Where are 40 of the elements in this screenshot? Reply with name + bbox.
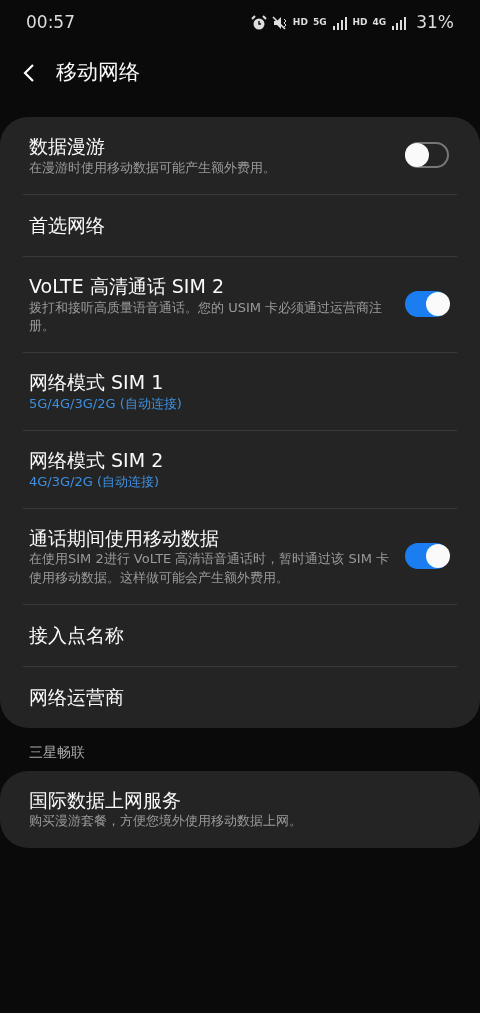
toggle-switch[interactable] — [405, 291, 449, 318]
settings-row[interactable]: 通话期间使用移动数据 在使用SIM 2进行 VoLTE 高清语音通话时，暂时通过该 SIM 卡使用移动数据。这样做可能会产生额外费用。 — [0, 508, 480, 604]
setting-title: VoLTE 高清通话 SIM 2 — [29, 273, 225, 299]
settings-row[interactable]: VoLTE 高清通话 SIM 2 拨打和接听高质量语音通话。您的 USIM 卡必须通过运营商注册。 — [0, 256, 480, 352]
alarm-icon — [250, 14, 267, 31]
signal-icon — [391, 15, 408, 30]
network-type-label: 4G — [372, 18, 387, 27]
settings-row[interactable]: 数据漫游 在漫游时使用移动数据可能产生额外费用。 — [0, 117, 480, 194]
toggle-switch[interactable] — [405, 543, 449, 570]
setting-description: 购买漫游套餐，方便您境外使用移动数据上网。 — [29, 812, 303, 831]
setting-title: 网络运营商 — [29, 684, 125, 710]
battery-percent: 31% — [416, 10, 454, 34]
setting-value: 4G/3G/2G (自动连接) — [29, 472, 161, 491]
setting-title: 网络模式 SIM 1 — [29, 369, 165, 395]
setting-description: 在使用SIM 2进行 VoLTE 高清语音通话时，暂时通过该 SIM 卡使用移动数据。这样做可能会产生额外费用。 — [29, 550, 389, 587]
section-heading: 三星畅联 — [28, 742, 86, 762]
settings-row[interactable]: 网络运营商 — [0, 666, 480, 728]
back-icon — [22, 62, 36, 83]
settings-row[interactable]: 接入点名称 — [0, 604, 480, 666]
clock: 00:57 — [26, 10, 75, 34]
setting-title: 数据漫游 — [29, 134, 106, 159]
page-title: 移动网络 — [56, 58, 140, 86]
hd-label: HD — [292, 18, 308, 27]
mute-icon — [271, 14, 288, 31]
settings-row[interactable]: 网络模式 SIM 2 4G/3G/2G (自动连接) — [0, 430, 480, 508]
network-type-label: 5G — [312, 18, 327, 27]
setting-description: 在漫游时使用移动数据可能产生额外费用。 — [29, 158, 277, 177]
toggle-switch[interactable] — [405, 142, 449, 169]
setting-title: 接入点名称 — [29, 622, 125, 648]
setting-title: 首选网络 — [29, 213, 106, 238]
settings-row[interactable]: 国际数据上网服务 购买漫游套餐，方便您境外使用移动数据上网。 — [0, 770, 480, 848]
signal-icon — [331, 15, 348, 30]
setting-title: 国际数据上网服务 — [29, 787, 182, 813]
setting-value: 5G/4G/3G/2G (自动连接) — [29, 394, 183, 413]
settings-row[interactable]: 首选网络 — [0, 194, 480, 256]
setting-title: 通话期间使用移动数据 — [29, 525, 220, 551]
setting-title: 网络模式 SIM 2 — [29, 447, 165, 473]
hd-label: HD — [352, 18, 368, 27]
settings-row[interactable]: 网络模式 SIM 1 5G/4G/3G/2G (自动连接) — [0, 352, 480, 430]
setting-description: 拨打和接听高质量语音通话。您的 USIM 卡必须通过运营商注册。 — [29, 298, 384, 335]
